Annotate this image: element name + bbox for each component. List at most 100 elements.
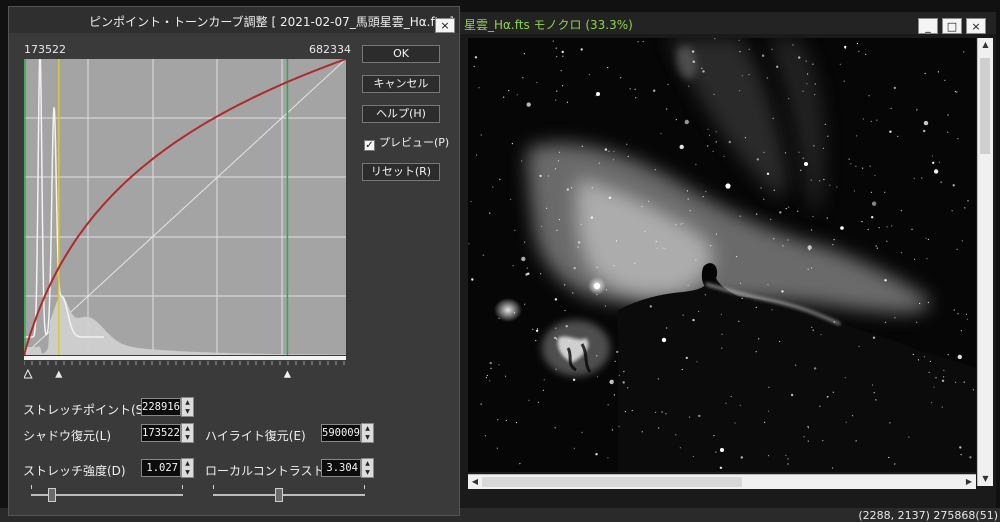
star bbox=[648, 200, 650, 202]
bright-star bbox=[804, 162, 808, 166]
star bbox=[957, 313, 959, 315]
star bbox=[702, 196, 704, 198]
star bbox=[832, 244, 834, 246]
local-contrast-slider-knob[interactable] bbox=[275, 488, 283, 502]
star bbox=[773, 238, 775, 240]
horizontal-scrollbar[interactable]: ◀ ▶ bbox=[468, 474, 976, 489]
highlight-marker-handle[interactable] bbox=[282, 369, 292, 379]
star bbox=[701, 67, 703, 69]
star bbox=[767, 284, 769, 286]
stretch-strength-input[interactable]: 1.027 bbox=[141, 459, 181, 477]
star bbox=[921, 177, 923, 179]
star bbox=[470, 200, 472, 203]
stretch-strength-slider-knob[interactable] bbox=[48, 488, 56, 502]
star bbox=[935, 377, 937, 379]
scroll-up-icon[interactable]: ▲ bbox=[978, 38, 993, 52]
stretch-point-input[interactable]: 228916 bbox=[141, 398, 181, 416]
star bbox=[542, 389, 544, 391]
star bbox=[802, 157, 804, 159]
star bbox=[480, 134, 482, 136]
star bbox=[784, 152, 787, 154]
dialog-close-icon[interactable]: × bbox=[435, 18, 455, 33]
scroll-down-icon[interactable]: ▼ bbox=[978, 472, 993, 486]
star bbox=[547, 175, 549, 177]
preview-checkbox[interactable]: ✓ bbox=[364, 140, 375, 151]
star bbox=[957, 354, 962, 360]
image-window-titlebar[interactable]: 星雲_Hα.fts モノクロ (33.3%) _ □ × bbox=[456, 12, 996, 34]
local-contrast-input[interactable]: 3.304 bbox=[321, 459, 361, 477]
minimize-icon[interactable]: _ bbox=[918, 18, 938, 34]
marker-slider[interactable] bbox=[23, 356, 346, 379]
local-contrast-slider[interactable] bbox=[213, 485, 365, 505]
star bbox=[556, 56, 558, 58]
star bbox=[937, 71, 939, 73]
close-icon[interactable]: × bbox=[966, 18, 986, 34]
star bbox=[714, 38, 716, 40]
dialog-title: ピンポイント・トーンカーブ調整 [ 2021-02-07_馬頭星雲_Hα.fts… bbox=[89, 15, 454, 29]
star bbox=[482, 254, 484, 256]
maximize-icon[interactable]: □ bbox=[942, 18, 962, 34]
stretch-point-spinner[interactable]: ▲ ▼ bbox=[181, 397, 194, 417]
star bbox=[933, 169, 939, 174]
star bbox=[771, 48, 773, 50]
star bbox=[686, 190, 688, 192]
star bbox=[480, 403, 482, 405]
star bbox=[853, 190, 856, 192]
shadow-marker-handle[interactable] bbox=[23, 368, 33, 379]
local-contrast-spinner[interactable]: ▲ ▼ bbox=[361, 458, 374, 478]
star bbox=[923, 356, 926, 358]
star bbox=[471, 278, 474, 281]
star bbox=[498, 364, 500, 366]
star bbox=[492, 186, 494, 188]
stretch-point-label: ストレッチポイント(S) bbox=[23, 403, 148, 417]
stretch-strength-slider[interactable] bbox=[31, 485, 183, 505]
nebula-image[interactable] bbox=[468, 38, 976, 472]
shadow-restore-spinner[interactable]: ▲ ▼ bbox=[181, 423, 194, 443]
star bbox=[875, 399, 877, 401]
dialog-titlebar[interactable]: ピンポイント・トーンカーブ調整 [ 2021-02-07_馬頭星雲_Hα.fts… bbox=[9, 7, 459, 33]
star bbox=[627, 387, 629, 389]
reset-button[interactable]: リセット(R) bbox=[362, 163, 440, 181]
star bbox=[858, 345, 860, 347]
star bbox=[814, 83, 816, 85]
star bbox=[963, 51, 965, 53]
scroll-left-icon[interactable]: ◀ bbox=[468, 475, 482, 489]
stretch-strength-spinner[interactable]: ▲ ▼ bbox=[181, 458, 194, 478]
stretch-marker-handle[interactable] bbox=[54, 369, 64, 379]
star bbox=[919, 302, 921, 305]
vertical-scroll-thumb[interactable] bbox=[980, 58, 990, 154]
help-button[interactable]: ヘルプ(H) bbox=[362, 105, 440, 123]
star bbox=[629, 88, 631, 90]
horizontal-scroll-thumb[interactable] bbox=[482, 477, 742, 487]
star bbox=[666, 108, 668, 110]
star bbox=[723, 155, 725, 157]
star bbox=[710, 245, 712, 247]
star bbox=[555, 368, 557, 370]
star bbox=[641, 431, 643, 433]
star bbox=[826, 217, 828, 219]
scroll-right-icon[interactable]: ▶ bbox=[962, 475, 976, 489]
star bbox=[956, 91, 958, 93]
star bbox=[499, 178, 501, 180]
shadow-restore-input[interactable]: 173522 bbox=[141, 424, 181, 442]
star bbox=[661, 411, 663, 413]
star bbox=[884, 279, 887, 282]
star bbox=[566, 188, 569, 191]
star bbox=[537, 401, 539, 403]
star bbox=[855, 440, 857, 442]
star bbox=[655, 411, 657, 413]
vertical-scrollbar[interactable]: ▲ ▼ bbox=[977, 38, 993, 486]
ok-button[interactable]: OK bbox=[362, 45, 440, 63]
star bbox=[923, 129, 926, 133]
star bbox=[787, 458, 789, 460]
star bbox=[812, 329, 814, 331]
highlight-restore-spinner[interactable]: ▲ ▼ bbox=[361, 423, 374, 443]
cancel-button[interactable]: キャンセル bbox=[362, 75, 440, 93]
tone-curve-graph[interactable] bbox=[23, 51, 347, 356]
highlight-restore-input[interactable]: 590009 bbox=[321, 424, 361, 442]
star bbox=[554, 298, 558, 301]
star bbox=[894, 463, 896, 465]
star bbox=[721, 333, 723, 335]
star bbox=[561, 50, 564, 54]
preview-checkbox-row[interactable]: ✓ プレビュー(P) bbox=[364, 134, 449, 151]
